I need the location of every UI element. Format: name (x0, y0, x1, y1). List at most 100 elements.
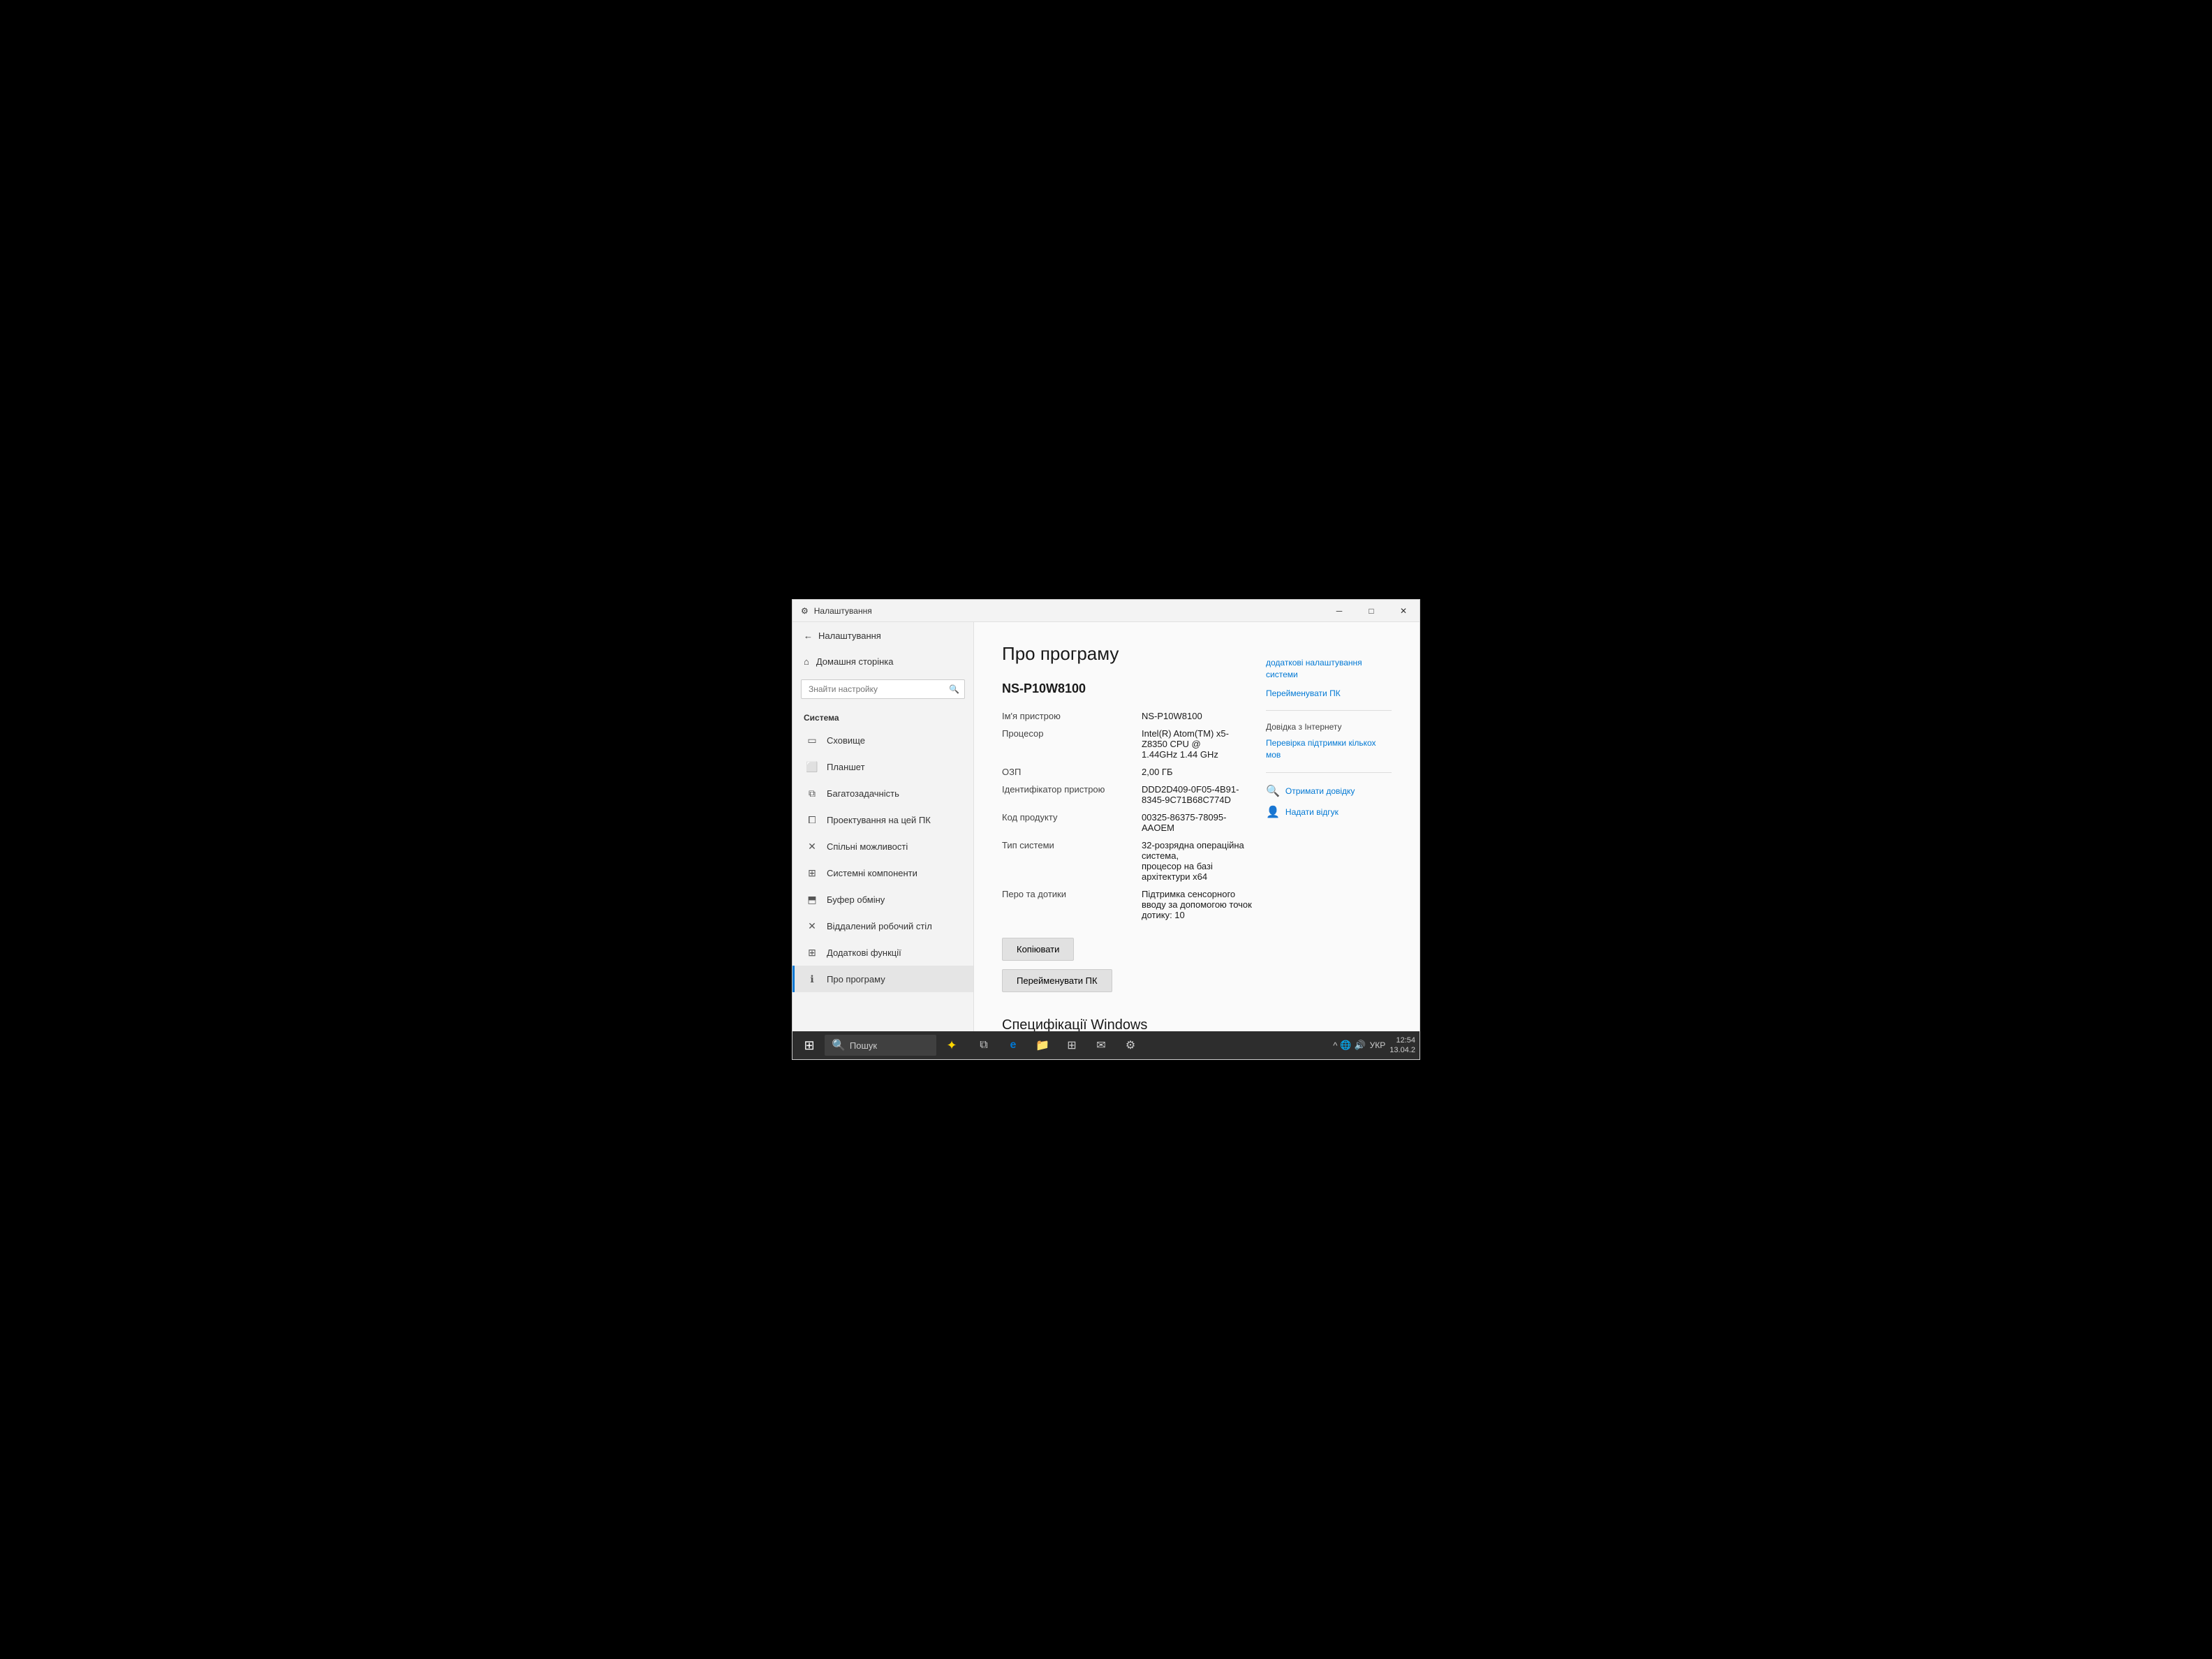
taskbar-search-icon: 🔍 (832, 1038, 846, 1052)
label-device-name: Ім'я пристрою (1002, 711, 1142, 721)
components-icon: ⊞ (806, 867, 818, 879)
feedback-container: 👤 Надати відгук (1266, 805, 1392, 819)
taskbar: ⊞ 🔍 Пошук ✦ ⧉ e 📁 ⊞ (792, 1031, 1420, 1059)
help-icon: 🔍 (1266, 784, 1280, 798)
title-bar-left: ⚙ Налаштування (801, 606, 872, 616)
sidebar-item-project[interactable]: ⧠ Проектування на цей ПК (792, 806, 973, 833)
taskbar-search-text: Пошук (850, 1040, 877, 1051)
search-input[interactable] (801, 679, 965, 699)
sidebar-item-components[interactable]: ⊞ Системні компоненти (792, 860, 973, 886)
sidebar-item-clipboard[interactable]: ⬒ Буфер обміну (792, 886, 973, 913)
back-label: Налаштування (818, 631, 881, 641)
start-icon: ⊞ (804, 1038, 814, 1053)
sidebar-item-extra[interactable]: ⊞ Додаткові функції (792, 939, 973, 966)
clock[interactable]: 12:54 13.04.2 (1389, 1035, 1415, 1056)
value-device-name: NS-P10W8100 (1142, 711, 1252, 721)
taskbar-right: ^ 🌐 🔊 УКР 12:54 13.04.2 (1333, 1035, 1415, 1056)
feedback-link[interactable]: Надати відгук (1285, 806, 1339, 818)
language-support-link[interactable]: Перевірка підтримки кількох мов (1266, 737, 1392, 761)
info-row-system-type: Тип системи 32-розрядна операційна систе… (1002, 836, 1252, 885)
speaker-icon[interactable]: 🔊 (1354, 1040, 1365, 1051)
sidebar-item-about[interactable]: ℹ Про програму (792, 966, 973, 992)
home-icon: ⌂ (804, 656, 809, 667)
edge-button[interactable]: e (999, 1033, 1027, 1058)
links-separator (1266, 710, 1392, 711)
sidebar-item-label: Спільні можливості (827, 841, 908, 852)
rename-pc-link[interactable]: Перейменувати ПК (1266, 688, 1392, 700)
system-tray: ^ 🌐 🔊 (1333, 1040, 1365, 1051)
explorer-button[interactable]: 📁 (1028, 1033, 1056, 1058)
sidebar-item-label: Проектування на цей ПК (827, 815, 931, 825)
chevron-icon[interactable]: ^ (1333, 1040, 1337, 1051)
network-icon[interactable]: 🌐 (1340, 1040, 1351, 1051)
sidebar-item-tablet[interactable]: ⬜ Планшет (792, 753, 973, 780)
copy-device-button[interactable]: Копіювати (1002, 938, 1074, 961)
system-settings-link[interactable]: додаткові налаштування системи (1266, 657, 1392, 681)
sidebar-item-label: Сховище (827, 735, 865, 746)
feedback-icon: 👤 (1266, 805, 1280, 819)
task-view-icon: ⧉ (980, 1039, 987, 1052)
sidebar-item-accessibility[interactable]: ✕ Спільні можливості (792, 833, 973, 860)
label-device-id: Ідентифікатор пристрою (1002, 784, 1142, 805)
close-button[interactable]: ✕ (1387, 600, 1420, 622)
device-info-table: Ім'я пристрою NS-P10W8100 Процесор Intel… (1002, 707, 1252, 924)
task-view-button[interactable]: ⧉ (970, 1033, 998, 1058)
sidebar-section-label: Система (792, 705, 973, 727)
label-product-code: Код продукту (1002, 812, 1142, 833)
explorer-icon: 📁 (1035, 1038, 1049, 1052)
value-pen-touch: Підтримка сенсорного вводу за допомогою … (1142, 889, 1252, 920)
info-row-ram: ОЗП 2,00 ГБ (1002, 763, 1252, 781)
storage-icon: ▭ (806, 734, 818, 746)
value-product-code: 00325-86375-78095-AAOEM (1142, 812, 1252, 833)
maximize-button[interactable]: □ (1355, 600, 1387, 622)
date-display: 13.04.2 (1389, 1045, 1415, 1055)
sidebar-item-label: Додаткові функції (827, 948, 901, 958)
store-button[interactable]: ⊞ (1058, 1033, 1086, 1058)
rename-pc-button[interactable]: Перейменувати ПК (1002, 969, 1112, 992)
language-indicator[interactable]: УКР (1370, 1040, 1386, 1050)
time-display: 12:54 (1389, 1035, 1415, 1045)
settings-taskbar-button[interactable]: ⚙ (1116, 1033, 1144, 1058)
sidebar-item-label: Системні компоненти (827, 868, 917, 878)
get-help-link[interactable]: Отримати довідку (1285, 786, 1355, 797)
sidebar-item-multitask[interactable]: ⧉ Багатозадачність (792, 780, 973, 806)
edge-icon: e (1010, 1039, 1017, 1052)
tablet-icon: ⬜ (806, 760, 818, 773)
mail-icon: ✉ (1096, 1038, 1105, 1052)
label-ram: ОЗП (1002, 767, 1142, 777)
window-controls: ─ □ ✕ (1323, 600, 1420, 622)
extra-icon: ⊞ (806, 946, 818, 959)
store-icon: ⊞ (1067, 1038, 1076, 1052)
right-links-area: додаткові налаштування системи Переймену… (1252, 643, 1392, 1031)
back-icon: ← (804, 631, 813, 641)
label-processor: Процесор (1002, 728, 1142, 760)
sidebar-item-label: Багатозадачність (827, 788, 899, 799)
info-row-processor: Процесор Intel(R) Atom(TM) x5-Z8350 CPU … (1002, 725, 1252, 763)
help-section-label: Довідка з Інтернету (1266, 722, 1392, 732)
sidebar-home-item[interactable]: ⌂ Домашня сторінка (792, 649, 973, 674)
get-help-container: 🔍 Отримати довідку (1266, 784, 1392, 798)
info-row-pen-touch: Перо та дотики Підтримка сенсорного ввод… (1002, 885, 1252, 924)
content-layout: Про програму NS-P10W8100 Ім'я пристрою N… (1002, 643, 1392, 1031)
cortana-button[interactable]: ✦ (939, 1033, 964, 1058)
main-content: ← Налаштування ⌂ Домашня сторінка 🔍 Сист… (792, 622, 1420, 1031)
minimize-button[interactable]: ─ (1323, 600, 1355, 622)
start-button[interactable]: ⊞ (797, 1033, 822, 1058)
info-row-device-name: Ім'я пристрою NS-P10W8100 (1002, 707, 1252, 725)
mail-button[interactable]: ✉ (1087, 1033, 1115, 1058)
sidebar-back-button[interactable]: ← Налаштування (792, 622, 973, 649)
info-row-product-code: Код продукту 00325-86375-78095-AAOEM (1002, 809, 1252, 836)
links-separator2 (1266, 772, 1392, 773)
sidebar-item-storage[interactable]: ▭ Сховище (792, 727, 973, 753)
taskbar-search-box[interactable]: 🔍 Пошук (825, 1035, 936, 1056)
windows-section-title: Специфікації Windows (1002, 1017, 1252, 1031)
sidebar-item-remote[interactable]: ✕ Віддалений робочий стіл (792, 913, 973, 939)
label-pen-touch: Перо та дотики (1002, 889, 1142, 920)
remote-icon: ✕ (806, 920, 818, 932)
cortana-icon: ✦ (946, 1038, 957, 1053)
settings-window: ⚙ Налаштування ─ □ ✕ ← Налаштування ⌂ До… (792, 599, 1420, 1060)
sidebar-item-label: Про програму (827, 974, 885, 985)
taskbar-pinned-icons: ⧉ e 📁 ⊞ ✉ ⚙ (970, 1033, 1144, 1058)
label-system-type: Тип системи (1002, 840, 1142, 882)
window-title: Налаштування (814, 606, 872, 616)
